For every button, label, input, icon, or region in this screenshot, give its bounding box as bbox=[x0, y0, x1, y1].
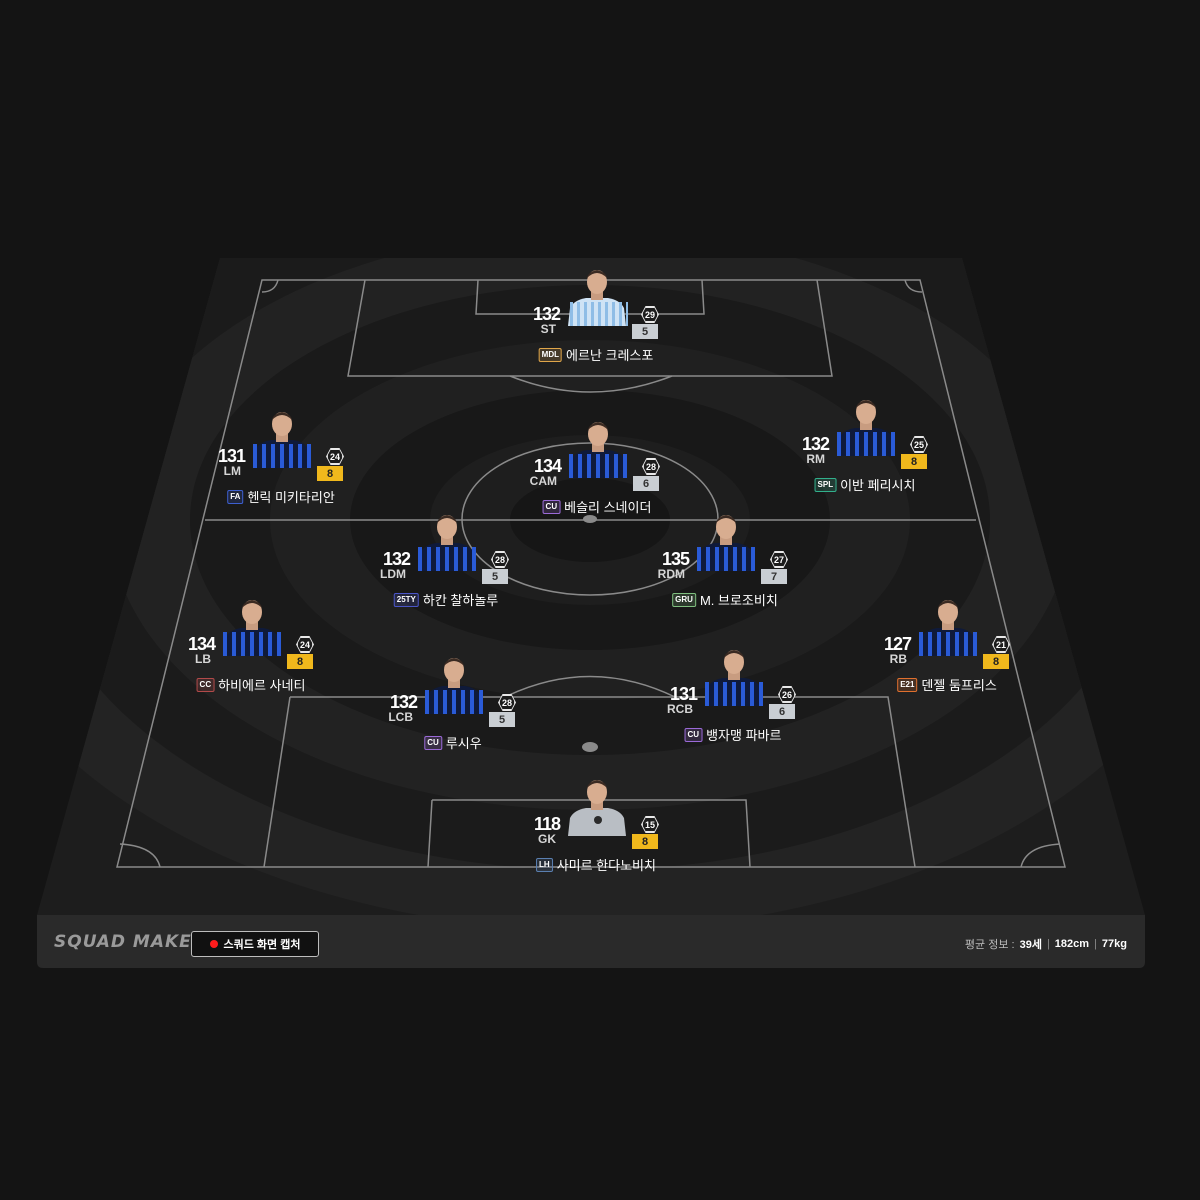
season-icon: CU bbox=[542, 499, 561, 514]
average-info: 평균 정보 : 39세 | 182cm | 77kg bbox=[965, 936, 1127, 952]
player-position: LB bbox=[195, 652, 211, 666]
season-icon: SPL bbox=[814, 477, 837, 492]
player-name: 루시우 bbox=[445, 736, 482, 751]
screen-capture-button[interactable]: 스쿼드 화면 캡처 bbox=[191, 931, 319, 957]
avg-weight: 77kg bbox=[1101, 938, 1127, 950]
player-position: RCB bbox=[667, 702, 693, 716]
season-icon: FA bbox=[227, 489, 244, 504]
season-icon: MDL bbox=[538, 347, 562, 362]
enhancement-grade-badge: 6 bbox=[769, 704, 795, 719]
avg-label: 평균 정보 : bbox=[964, 939, 1015, 951]
avg-age: 39세 bbox=[1019, 939, 1042, 951]
player-photo bbox=[917, 598, 979, 656]
season-icon: CC bbox=[196, 677, 215, 692]
player-photo bbox=[695, 513, 757, 571]
player-name: M. 브로조비치 bbox=[699, 593, 778, 608]
enhancement-grade-badge: 6 bbox=[633, 476, 659, 491]
player-photo bbox=[221, 598, 283, 656]
player-name-row: CC 하비에르 사네티 bbox=[196, 675, 306, 694]
player-photo bbox=[566, 778, 628, 836]
player-name-row: 25TY 하칸 찰하놀루 bbox=[393, 590, 499, 609]
player-name-row: FA 헨릭 미키타리안 bbox=[227, 487, 335, 506]
enhancement-grade-badge: 8 bbox=[983, 654, 1009, 669]
season-icon: CU bbox=[424, 735, 442, 750]
player-name: 덴젤 둠프리스 bbox=[921, 678, 997, 693]
season-icon: CU bbox=[684, 727, 703, 742]
squad-formation: 132 ST 29 5 MDL 에르난 크레스포 131 LM 24 8 FA … bbox=[0, 0, 1200, 1200]
player-name-row: SPL 이반 페리시치 bbox=[814, 475, 916, 494]
player-name: 이반 페리시치 bbox=[840, 478, 916, 493]
player-position: CAM bbox=[529, 474, 557, 488]
player-photo bbox=[567, 420, 629, 478]
enhancement-grade-badge: 8 bbox=[901, 454, 927, 469]
player-photo bbox=[566, 268, 628, 326]
player-name-row: MDL 에르난 크레스포 bbox=[538, 345, 654, 364]
player-name-row: CU 베슬리 스네이더 bbox=[542, 497, 652, 516]
enhancement-grade-badge: 8 bbox=[317, 466, 343, 481]
avg-height: 182cm bbox=[1054, 938, 1090, 950]
enhancement-grade-badge: 5 bbox=[482, 569, 508, 584]
player-name-row: CU 루시우 bbox=[424, 733, 482, 752]
season-icon: 25TY bbox=[393, 592, 419, 607]
player-name: 베슬리 스네이더 bbox=[564, 500, 652, 515]
player-photo bbox=[835, 398, 897, 456]
player-position: LCB bbox=[388, 710, 413, 724]
enhancement-grade-badge: 8 bbox=[287, 654, 313, 669]
player-position: ST bbox=[540, 322, 556, 336]
player-name: 하비에르 사네티 bbox=[218, 678, 306, 693]
season-icon: GRU bbox=[672, 592, 696, 607]
player-name: 하칸 찰하놀루 bbox=[422, 593, 499, 608]
player-position: RDM bbox=[657, 567, 685, 581]
player-photo bbox=[703, 648, 765, 706]
divider: | bbox=[1046, 938, 1050, 950]
player-photo bbox=[416, 513, 478, 571]
player-position: LM bbox=[223, 464, 241, 478]
capture-button-label: 스쿼드 화면 캡처 bbox=[223, 939, 301, 951]
player-position: GK bbox=[538, 832, 556, 846]
enhancement-grade-badge: 5 bbox=[632, 324, 658, 339]
record-dot-icon bbox=[209, 940, 218, 948]
player-name-row: E21 덴젤 둠프리스 bbox=[897, 675, 997, 694]
enhancement-grade-badge: 8 bbox=[632, 834, 658, 849]
player-name: 뱅자맹 파바르 bbox=[706, 728, 782, 743]
player-name: 헨릭 미키타리안 bbox=[247, 490, 335, 505]
player-name: 에르난 크레스포 bbox=[565, 348, 654, 363]
player-photo bbox=[423, 656, 485, 714]
squad-maker-logo: SQUAD MAKER bbox=[54, 932, 206, 952]
enhancement-grade-badge: 7 bbox=[761, 569, 787, 584]
player-name-row: CU 뱅자맹 파바르 bbox=[684, 725, 782, 744]
player-position: LDM bbox=[380, 567, 406, 581]
divider: | bbox=[1094, 938, 1097, 950]
player-name: 사미르 한다노비치 bbox=[556, 858, 656, 873]
season-icon: E21 bbox=[897, 677, 918, 692]
enhancement-grade-badge: 5 bbox=[489, 712, 515, 727]
player-name-row: LH 사미르 한다노비치 bbox=[536, 855, 656, 874]
player-photo bbox=[251, 410, 313, 468]
player-position: RM bbox=[806, 452, 825, 466]
season-icon: LH bbox=[536, 857, 553, 872]
player-position: RB bbox=[889, 652, 907, 666]
player-name-row: GRU M. 브로조비치 bbox=[672, 590, 778, 609]
